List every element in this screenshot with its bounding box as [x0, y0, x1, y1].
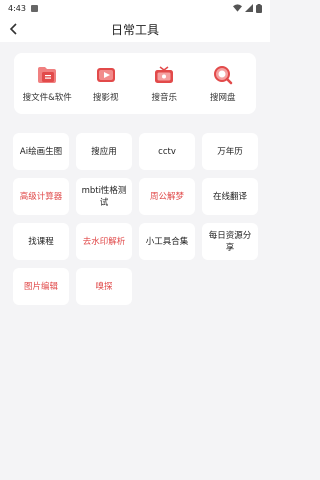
status-bar: 4:43 — [0, 0, 270, 16]
wifi-icon — [233, 4, 242, 12]
header-bar: 日常工具 — [0, 16, 270, 42]
tool-advanced-calculator[interactable]: 高级计算器 — [13, 178, 69, 215]
category-label: 搜网盘 — [209, 92, 236, 103]
category-search-music[interactable]: 搜音乐 — [136, 65, 192, 103]
tool-daily-resources[interactable]: 每日资源分享 — [202, 223, 258, 260]
tool-mbti-test[interactable]: mbti性格测试 — [76, 178, 132, 215]
tool-perpetual-calendar[interactable]: 万年历 — [202, 133, 258, 170]
magnifier-icon — [212, 65, 234, 85]
signal-icon — [245, 4, 253, 12]
back-button[interactable] — [4, 19, 24, 39]
tool-watermark-remover[interactable]: 去水印解析 — [76, 223, 132, 260]
category-label: 搜音乐 — [151, 92, 177, 103]
tool-sniffer[interactable]: 嗅探 — [76, 268, 132, 305]
tool-online-translate[interactable]: 在线翻译 — [202, 178, 258, 215]
tool-dream-interpretation[interactable]: 周公解梦 — [139, 178, 195, 215]
tool-image-editor[interactable]: 图片编辑 — [13, 268, 69, 305]
video-play-icon — [95, 65, 117, 85]
category-label: 搜影视 — [92, 92, 119, 103]
category-search-videos[interactable]: 搜影视 — [78, 65, 134, 103]
tv-music-icon — [153, 65, 175, 85]
notification-icon — [30, 4, 38, 12]
tool-ai-painting[interactable]: Ai绘画生图 — [13, 133, 69, 170]
chevron-left-icon — [9, 23, 17, 35]
folder-file-icon — [36, 65, 58, 85]
tools-grid: Ai绘画生图 搜应用 cctv 万年历 高级计算器 mbti性格测试 周公解梦 … — [13, 133, 261, 305]
battery-icon — [256, 3, 262, 13]
search-category-card: 搜文件&软件 搜影视 搜音乐 搜网盘 — [14, 53, 256, 114]
tool-search-apps[interactable]: 搜应用 — [76, 133, 132, 170]
category-search-files[interactable]: 搜文件&软件 — [19, 65, 75, 103]
page-title: 日常工具 — [110, 22, 159, 37]
tool-mini-tools[interactable]: 小工具合集 — [139, 223, 195, 260]
status-time: 4:43 — [8, 3, 26, 13]
tool-find-courses[interactable]: 找课程 — [13, 223, 69, 260]
category-label: 搜文件&软件 — [22, 92, 72, 103]
tool-cctv[interactable]: cctv — [139, 133, 195, 170]
category-search-netdisk[interactable]: 搜网盘 — [195, 65, 251, 103]
